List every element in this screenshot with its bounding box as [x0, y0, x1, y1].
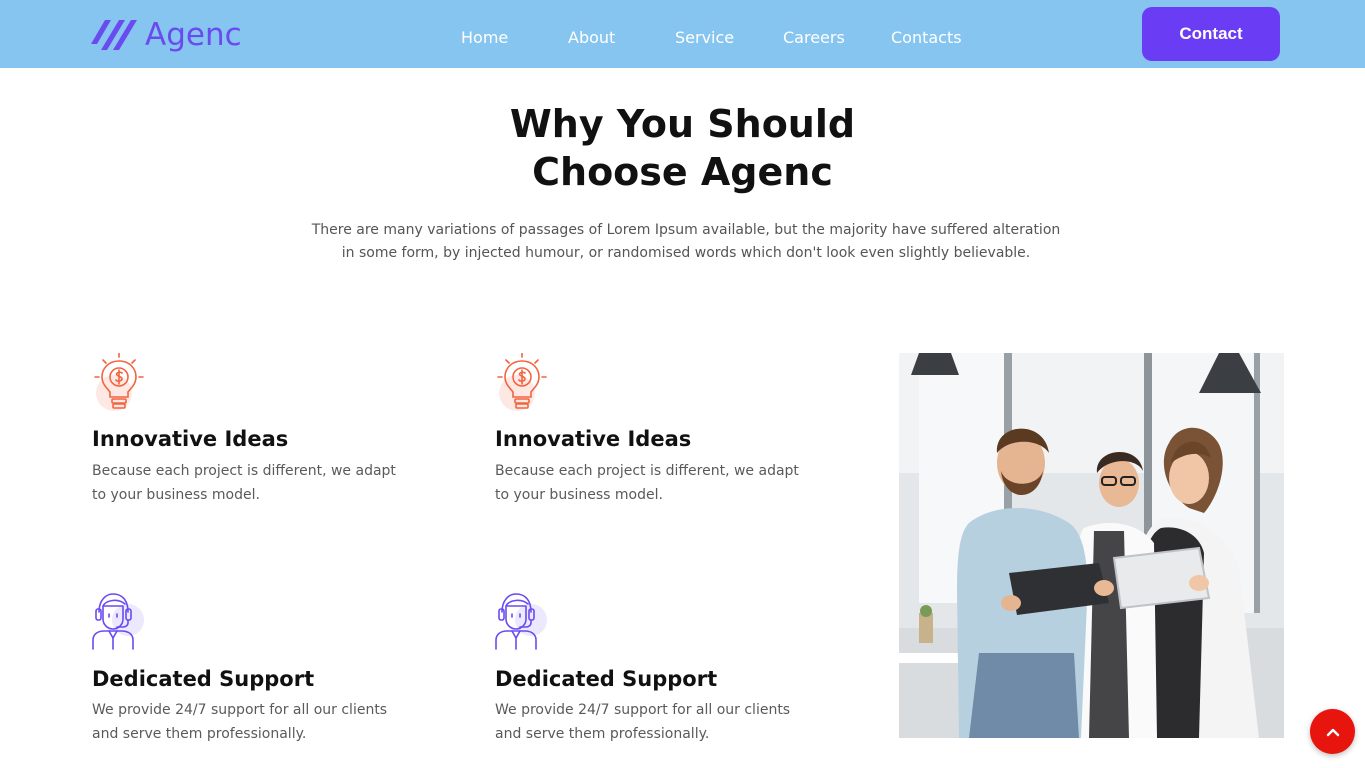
page: Agenc Home About Service Careers Contact…	[0, 0, 1365, 768]
lightbulb-dollar-icon	[497, 353, 547, 411]
feature-title: Innovative Ideas	[495, 427, 692, 451]
feature-title: Innovative Ideas	[92, 427, 289, 451]
feature-description: We provide 24/7 support for all our clie…	[495, 702, 791, 742]
contact-button[interactable]: Contact	[1142, 7, 1280, 61]
logo-text: Agenc	[145, 16, 242, 53]
feature-description: Because each project is different, we ad…	[92, 463, 396, 503]
chevron-up-icon	[1326, 728, 1339, 736]
scroll-to-top-button[interactable]	[1310, 709, 1355, 754]
section-title: Why You Should Choose Agenc	[0, 100, 1365, 196]
logo[interactable]: Agenc	[91, 16, 242, 54]
section-description-line-1: There are many variations of passages of…	[311, 222, 1061, 238]
support-agent-icon	[495, 593, 547, 650]
section-description: There are many variations of passages of…	[310, 219, 1062, 265]
logo-mark-icon	[91, 20, 137, 50]
section-title-line-1: Why You Should	[509, 102, 856, 146]
support-agent-icon	[92, 593, 144, 650]
lightbulb-dollar-icon	[94, 353, 144, 411]
nav-service[interactable]: Service	[675, 28, 734, 48]
team-photo-illustration	[899, 353, 1284, 738]
section-description-line-2: in some form, by injected humour, or ran…	[341, 245, 1031, 261]
nav-careers[interactable]: Careers	[783, 28, 845, 48]
section-title-line-2: Choose Agenc	[532, 150, 833, 194]
feature-title: Dedicated Support	[92, 667, 315, 691]
nav-contacts[interactable]: Contacts	[891, 28, 962, 48]
nav-home[interactable]: Home	[461, 28, 508, 48]
nav-about[interactable]: About	[568, 28, 615, 48]
feature-title: Dedicated Support	[495, 667, 718, 691]
feature-description: Because each project is different, we ad…	[495, 463, 799, 503]
feature-description: We provide 24/7 support for all our clie…	[92, 702, 388, 742]
site-header: Agenc Home About Service Careers Contact…	[0, 0, 1365, 68]
team-photo	[899, 353, 1284, 738]
